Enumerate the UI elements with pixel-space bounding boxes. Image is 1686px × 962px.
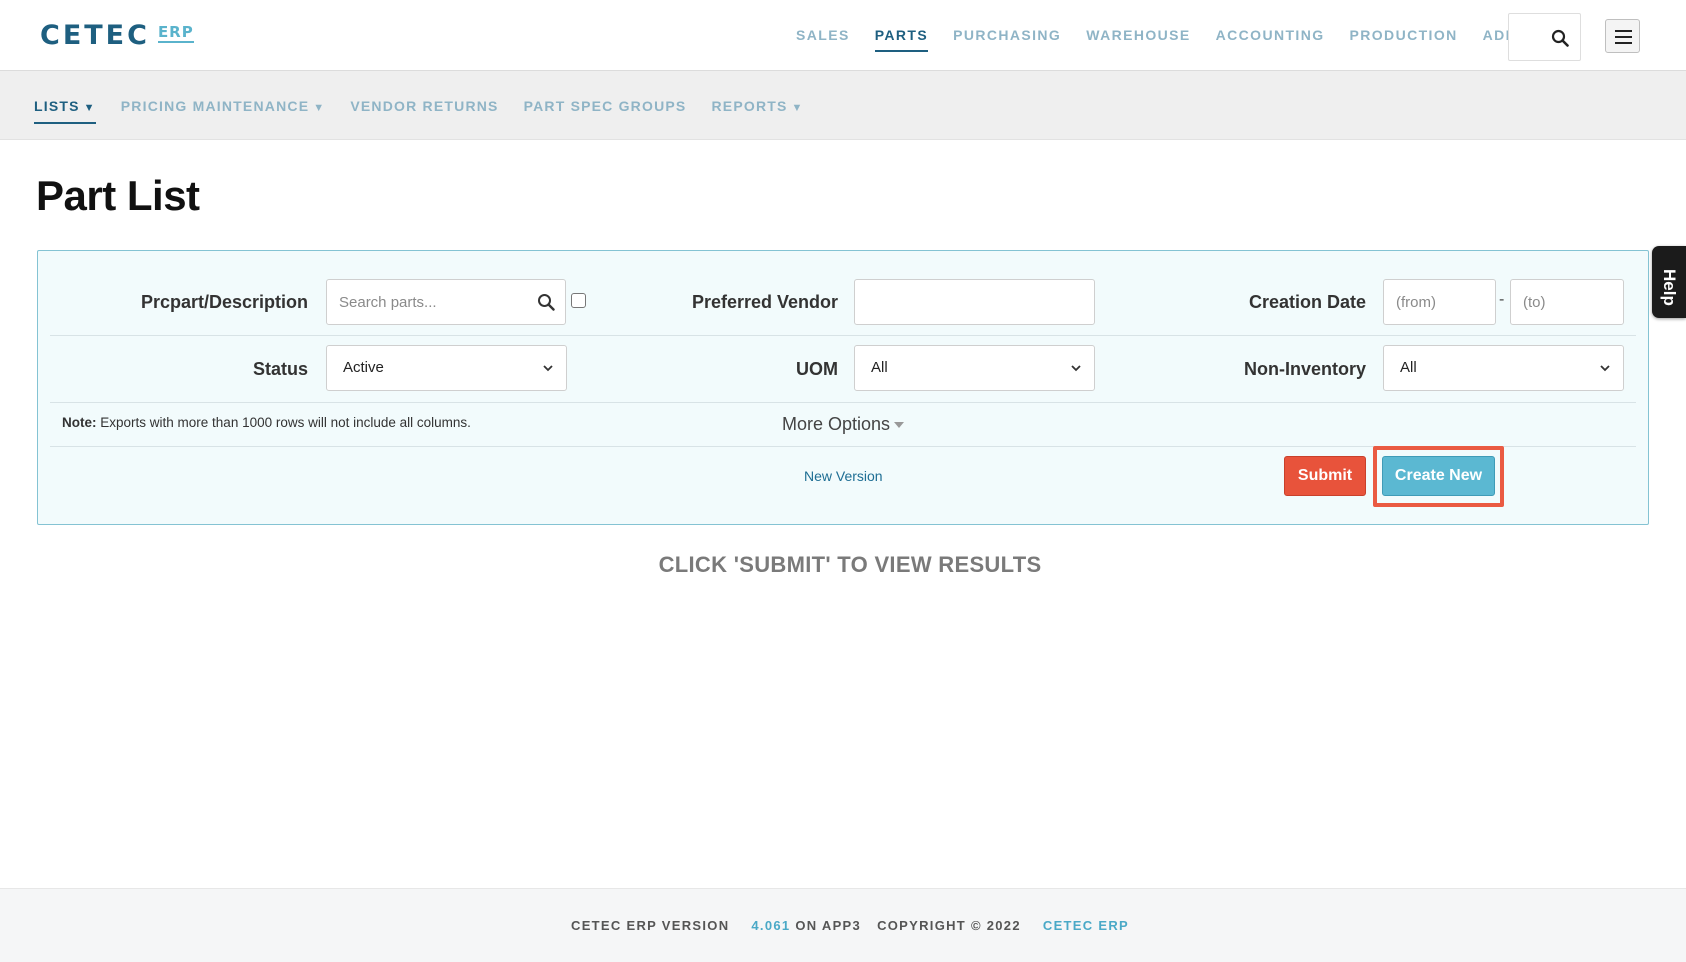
non-inventory-label: Non-Inventory [1243,359,1366,379]
caret-down-icon: ▼ [791,102,804,114]
creation-date-to-input[interactable] [1510,279,1624,325]
chevron-down-icon [1071,365,1081,372]
results-placeholder-message: CLICK 'SUBMIT' TO VIEW RESULTS [658,552,1042,577]
more-options-label: More Options [782,414,891,434]
non-inventory-value: All [1400,359,1417,376]
status-value: Active [343,359,384,376]
footer-version-label: CETEC ERP VERSION [571,918,730,933]
export-note: Note: Exports with more than 1000 rows w… [62,415,471,430]
divider [50,335,1636,336]
nav-parts[interactable]: PARTS [874,26,929,52]
more-options-toggle[interactable]: More Options [782,413,905,435]
non-inventory-select[interactable]: All [1383,345,1624,391]
chevron-down-icon [1600,365,1610,372]
nav-production[interactable]: PRODUCTION [1350,26,1458,52]
footer-copyright: COPYRIGHT © 2022 [877,918,1021,933]
caret-down-icon [894,422,905,429]
logo-text: CETEC [40,20,150,51]
subnav-reports[interactable]: REPORTS ▼ [711,97,803,124]
status-select[interactable]: Active [326,345,567,391]
hamburger-menu-icon [1615,30,1632,32]
parts-search-input[interactable] [326,279,566,325]
sub-nav: LISTS ▼ PRICING MAINTENANCE ▼ VENDOR RETURNS… [34,97,829,124]
footer-text: CETEC ERP VERSION 4.061 ON APP3 COPYRIGHT … [0,918,1686,933]
preferred-vendor-input[interactable] [854,279,1095,325]
preferred-vendor-label: Preferred Vendor [691,292,838,312]
hamburger-menu-button[interactable] [1605,19,1640,53]
uom-select[interactable]: All [854,345,1095,391]
status-label: Status [252,359,308,379]
subnav-label: VENDOR RETURNS [350,98,499,114]
hamburger-line [1615,42,1632,44]
cetec-erp-logo[interactable]: CETEC ERP [40,22,194,50]
caret-down-icon: ▼ [83,102,96,114]
note-text: Exports with more than 1000 rows will no… [100,415,471,430]
create-new-button[interactable]: Create New [1382,456,1495,496]
subnav-part-spec-groups[interactable]: PART SPEC GROUPS [524,97,687,124]
sub-header: LISTS ▼ PRICING MAINTENANCE ▼ VENDOR RETURNS… [0,71,1686,140]
footer-server: ON APP3 [795,918,862,933]
date-range-separator: - [1499,291,1505,308]
caret-down-icon: ▼ [313,102,326,114]
include-description-checkbox[interactable] [571,293,586,308]
prcpart-label: Prcpart/Description [140,292,308,312]
subnav-lists[interactable]: LISTS ▼ [34,97,96,124]
logo-suffix: ERP [157,23,194,43]
note-prefix: Note: [62,415,97,430]
subnav-label: REPORTS [711,98,788,114]
nav-warehouse[interactable]: WAREHOUSE [1086,26,1190,52]
subnav-pricing-maintenance[interactable]: PRICING MAINTENANCE ▼ [121,97,326,124]
subnav-label: PART SPEC GROUPS [523,98,687,114]
hamburger-line [1615,36,1632,38]
global-search-button[interactable] [1508,13,1581,61]
nav-sales[interactable]: SALES [796,26,850,52]
page-title: Part List [36,172,200,219]
subnav-label: PRICING MAINTENANCE [120,98,310,114]
creation-date-from-input[interactable] [1383,279,1496,325]
chevron-down-icon [543,365,553,372]
help-tab[interactable]: Help [1652,246,1686,318]
uom-value: All [871,359,888,376]
subnav-label: LISTS [34,98,80,114]
uom-label: UOM [796,359,838,379]
footer: CETEC ERP VERSION 4.061 ON APP3 COPYRIGHT … [0,888,1686,962]
top-header: CETEC ERP SALES PARTS PURCHASING WAREHOUSE A… [0,0,1686,71]
new-version-link[interactable]: New Version [804,468,883,484]
nav-accounting[interactable]: ACCOUNTING [1216,26,1325,52]
divider [50,402,1636,403]
footer-brand-link[interactable]: CETEC ERP [1043,918,1129,933]
help-label: Help [1660,269,1679,306]
nav-purchasing[interactable]: PURCHASING [953,26,1061,52]
creation-date-label: Creation Date [1248,292,1366,312]
submit-button[interactable]: Submit [1284,456,1366,496]
search-icon[interactable] [537,293,555,311]
subnav-vendor-returns[interactable]: VENDOR RETURNS [350,97,498,124]
main-nav: SALES PARTS PURCHASING WAREHOUSE ACCOUNTING P… [796,26,1561,52]
search-icon [1551,29,1569,47]
footer-version-link[interactable]: 4.061 [751,918,790,933]
